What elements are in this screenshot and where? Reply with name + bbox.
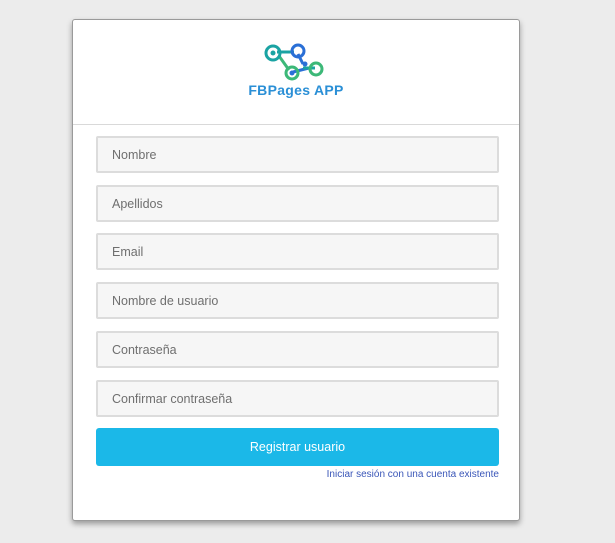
brand-name: FBPages APP [248, 82, 344, 98]
card-header: FBPages APP [73, 20, 519, 125]
register-card: FBPages APP Registrar usuario Iniciar se… [72, 19, 520, 521]
login-link[interactable]: Iniciar sesión con una cuenta existente [327, 469, 499, 480]
password-field[interactable] [96, 331, 499, 368]
first-name-field[interactable] [96, 136, 499, 173]
confirm-password-field[interactable] [96, 380, 499, 417]
connected-nodes-icon [264, 43, 324, 81]
email-field[interactable] [96, 233, 499, 270]
username-field[interactable] [96, 282, 499, 319]
register-button[interactable]: Registrar usuario [96, 428, 499, 466]
last-name-field[interactable] [96, 185, 499, 222]
